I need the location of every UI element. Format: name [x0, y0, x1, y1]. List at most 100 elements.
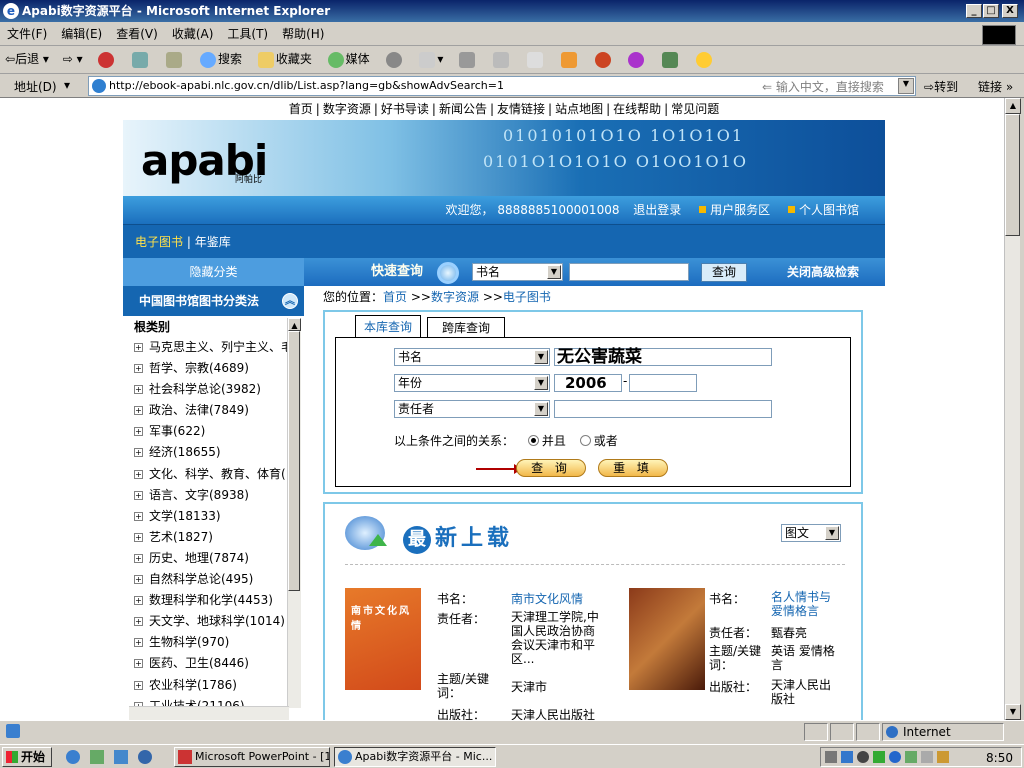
reset-button[interactable]: 重 填 [598, 459, 668, 477]
edit-button[interactable] [486, 47, 516, 72]
category-item[interactable]: + 社会科学总论(3982) [129, 379, 295, 400]
logout-link[interactable]: 退出登录 [633, 203, 681, 217]
expand-icon[interactable]: + [134, 406, 143, 416]
category-item[interactable]: + 农业科学(1786) [129, 675, 295, 696]
personal-library-link[interactable]: 个人图书馆 [799, 203, 859, 217]
expand-icon[interactable]: + [134, 532, 143, 542]
category-item[interactable]: + 军事(622) [129, 421, 295, 442]
category-root[interactable]: 根类别 [129, 318, 295, 337]
category-item[interactable]: + 语言、文字(8938) [129, 485, 295, 506]
quicklaunch-outlook-icon[interactable] [114, 750, 128, 764]
search-value-3[interactable] [554, 400, 772, 418]
hide-category-button[interactable]: 隐藏分类 [123, 258, 304, 286]
expand-icon[interactable]: + [134, 638, 143, 648]
menu-edit[interactable]: 编辑(E) [54, 22, 109, 46]
address-history-icon[interactable]: ▼ [898, 78, 914, 94]
close-button[interactable]: X [1002, 4, 1018, 18]
category-item[interactable]: + 生物科学(970) [129, 632, 295, 653]
quick-search-field-select[interactable]: 书名 ▼ [472, 263, 563, 281]
submit-search-button[interactable]: 查 询 [516, 459, 586, 477]
ebook-tab[interactable]: 电子图书 [135, 235, 183, 249]
network-icon[interactable] [841, 751, 853, 763]
collapse-icon[interactable]: ︽ [282, 293, 298, 309]
category-item[interactable]: + 自然科学总论(495) [129, 569, 295, 590]
nav-book-guide[interactable]: 好书导读 [378, 102, 432, 116]
category-item[interactable]: + 数理科学和化学(4453) [129, 590, 295, 611]
expand-icon[interactable]: + [134, 596, 143, 606]
book-cover-1[interactable]: 南市文化风情 [345, 588, 421, 690]
expand-icon[interactable]: + [134, 659, 143, 669]
category-horizontal-scrollbar[interactable] [129, 706, 289, 720]
messenger-button[interactable] [554, 47, 584, 72]
task-apabi-ie[interactable]: Apabi数字资源平台 - Mic... [334, 747, 496, 767]
tray-app-icon[interactable] [905, 751, 917, 763]
category-item[interactable]: + 政治、法律(7849) [129, 400, 295, 421]
refresh-button[interactable] [125, 47, 155, 72]
breadcrumb-home[interactable]: 首页 [383, 290, 407, 304]
expand-icon[interactable]: + [134, 617, 143, 627]
category-item[interactable]: + 文化、科学、教育、体育( [129, 464, 295, 485]
expand-icon[interactable]: + [134, 427, 143, 437]
search-button[interactable]: 搜索 [193, 47, 247, 72]
field-select-1[interactable]: 书名 ▼ [394, 348, 550, 366]
expand-icon[interactable]: + [134, 448, 143, 458]
smiley-button[interactable] [689, 47, 719, 72]
task-powerpoint[interactable]: Microsoft PowerPoint - [1... [174, 747, 330, 767]
menu-tools[interactable]: 工具(T) [220, 22, 275, 46]
tray-app-icon[interactable] [873, 751, 885, 763]
menu-help[interactable]: 帮助(H) [275, 22, 331, 46]
breadcrumb-resources[interactable]: 数字资源 [431, 290, 479, 304]
category-item[interactable]: + 天文学、地球科学(1014) [129, 611, 295, 632]
tray-app-icon[interactable] [857, 751, 869, 763]
tab-cross-search[interactable]: 跨库查询 [427, 317, 505, 337]
yearbook-tab[interactable]: 年鉴库 [195, 235, 231, 249]
category-item[interactable]: + 哲学、宗教(4689) [129, 358, 295, 379]
view-mode-select[interactable]: 图文 ▼ [781, 524, 841, 542]
radio-or[interactable] [579, 435, 591, 446]
nav-news[interactable]: 新闻公告 [436, 102, 490, 116]
field-select-2[interactable]: 年份 ▼ [394, 374, 550, 392]
scroll-thumb[interactable] [1005, 114, 1020, 236]
quick-search-input[interactable] [569, 263, 689, 281]
clock[interactable]: 8:50 [986, 750, 1013, 766]
media-button[interactable]: 媒体 [321, 47, 375, 72]
book2-name-link[interactable]: 名人情书与爱情格言 [771, 590, 841, 618]
expand-icon[interactable]: + [134, 490, 143, 500]
mail-button[interactable]: ▾ [412, 47, 448, 72]
tray-app-icon[interactable] [889, 751, 901, 763]
address-dropdown-icon[interactable]: ▾ [64, 78, 70, 92]
expand-icon[interactable]: + [134, 364, 143, 374]
minimize-button[interactable]: _ [966, 4, 982, 18]
quicklaunch-browser-icon[interactable] [138, 750, 152, 764]
links-button[interactable]: 链接 » [978, 78, 1013, 95]
expand-icon[interactable]: + [134, 385, 143, 395]
history-button[interactable] [379, 47, 409, 72]
home-button[interactable] [159, 47, 189, 72]
bug-button[interactable] [655, 47, 685, 72]
nav-home[interactable]: 首页 [286, 102, 316, 116]
scroll-thumb[interactable] [288, 331, 300, 591]
field-select-3[interactable]: 责任者 ▼ [394, 400, 550, 418]
nav-sitemap[interactable]: 站点地图 [552, 102, 606, 116]
menu-view[interactable]: 查看(V) [109, 22, 165, 46]
category-item[interactable]: + 马克思主义、列宁主义、毛 [129, 337, 295, 358]
nav-help[interactable]: 在线帮助 [610, 102, 664, 116]
category-item[interactable]: + 文学(18133) [129, 506, 295, 527]
search-value-1[interactable]: 无公害蔬菜 [554, 348, 772, 366]
expand-icon[interactable]: + [134, 469, 143, 479]
scroll-down-icon[interactable]: ▼ [1005, 704, 1021, 720]
nav-links[interactable]: 友情链接 [494, 102, 548, 116]
breadcrumb-ebook[interactable]: 电子图书 [503, 290, 551, 304]
radio-and[interactable] [527, 435, 539, 446]
menu-favorites[interactable]: 收藏(A) [165, 22, 221, 46]
start-button[interactable]: 开始 [2, 747, 52, 767]
clock-button[interactable] [621, 47, 651, 72]
scroll-up-icon[interactable]: ▲ [288, 318, 301, 331]
year-to-input[interactable] [629, 374, 697, 392]
quick-search-button[interactable]: 查询 [701, 263, 747, 282]
nav-digital-resources[interactable]: 数字资源 [320, 102, 374, 116]
tray-app-icon[interactable] [921, 751, 933, 763]
expand-icon[interactable]: + [134, 553, 143, 563]
menu-file[interactable]: 文件(F) [0, 22, 54, 46]
expand-icon[interactable]: + [134, 511, 143, 521]
